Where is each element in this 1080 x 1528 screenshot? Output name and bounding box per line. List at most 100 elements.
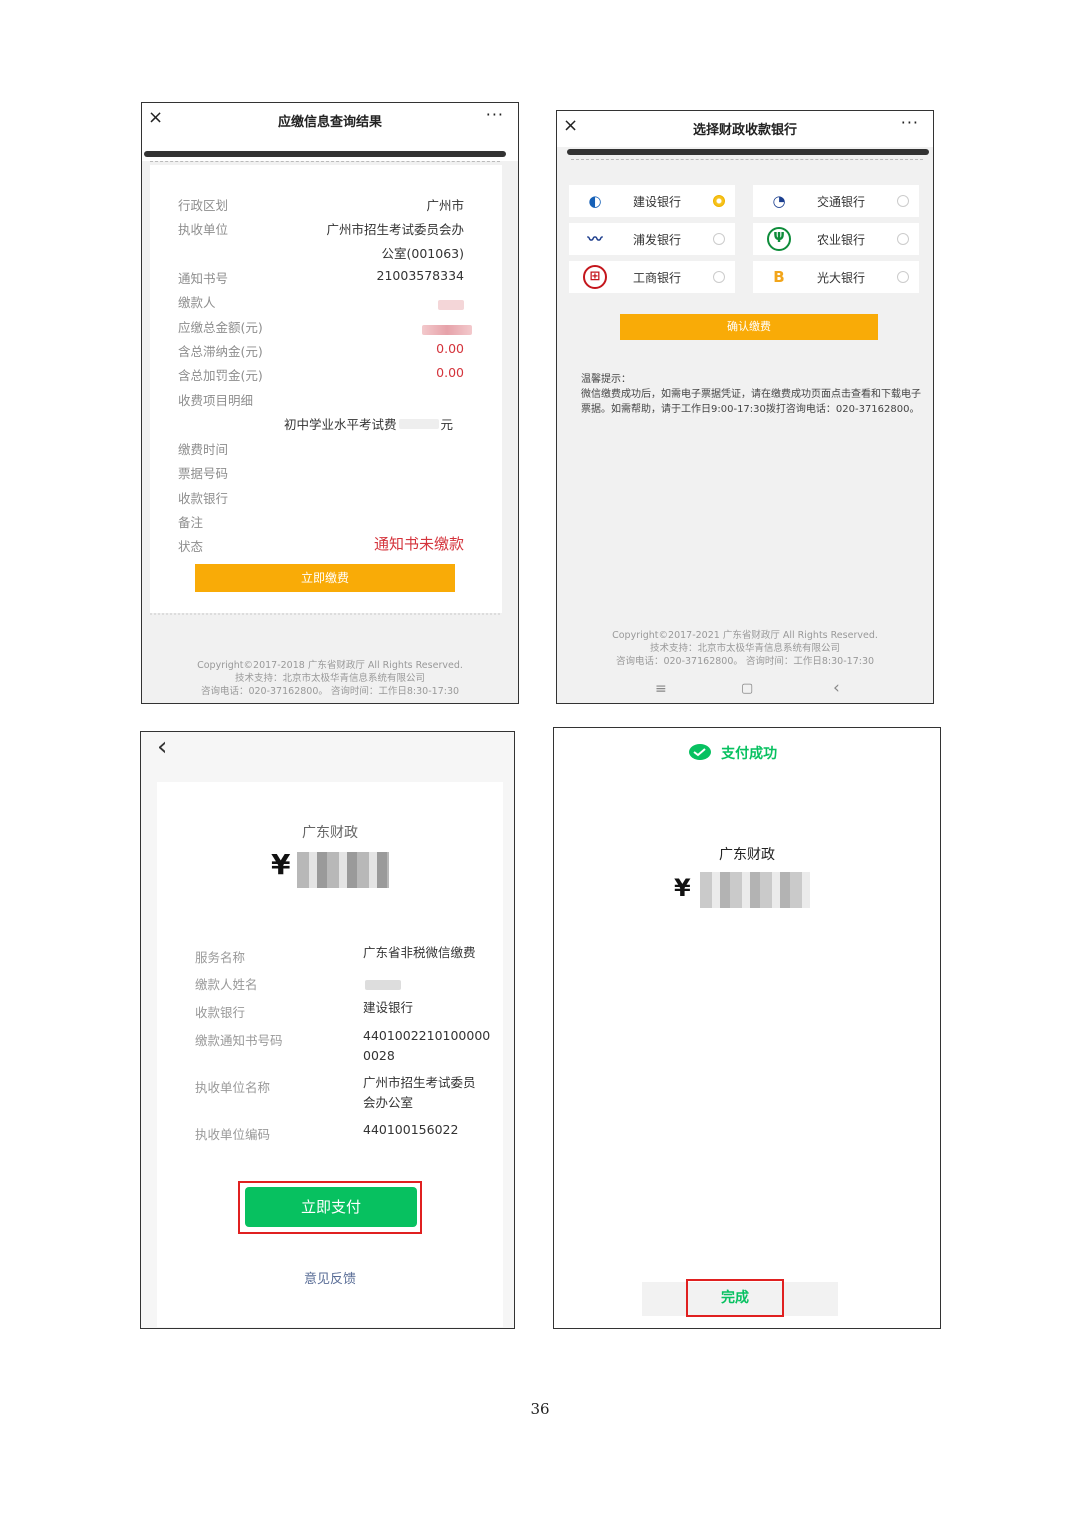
title-bar: × 选择财政收款银行 ···	[557, 111, 933, 147]
fee-unit: 元	[440, 417, 454, 432]
bank-option-abc[interactable]: Ψ 农业银行	[753, 223, 919, 255]
bank-select-screen: × 选择财政收款银行 ··· ◐ 建设银行 ◔ 交通银行 〰 浦发银行 Ψ 农业…	[556, 110, 934, 704]
bank-option-ccb[interactable]: ◐ 建设银行	[569, 185, 735, 217]
bank-name: 建设银行	[633, 195, 682, 209]
abc-logo-icon: Ψ	[767, 227, 791, 251]
row-label: 行政区划	[178, 198, 229, 213]
radio-icon[interactable]	[897, 271, 909, 283]
contact-text: 咨询电话：020-37162800。 咨询时间：工作日8:30-17:30	[615, 656, 875, 667]
bank-name: 农业银行	[817, 233, 866, 247]
row-label: 执收单位	[178, 222, 229, 237]
bank-name: 工商银行	[633, 271, 682, 285]
fee-item: 初中学业水平考试费 元	[284, 414, 453, 433]
row-label: 票据号码	[178, 466, 229, 481]
row-value: 广州市	[426, 198, 464, 213]
footer: Copyright©2017-2021 广东省财政厅 All Rights Re…	[557, 629, 933, 668]
row-value: 公室(001063)	[381, 246, 464, 261]
row-label: 收款银行	[178, 491, 229, 506]
row-label: 收费项目明细	[178, 393, 254, 408]
row-label: 服务名称	[195, 950, 246, 965]
currency-symbol: ¥	[271, 848, 291, 881]
back-icon[interactable]: ‹	[157, 732, 167, 762]
bank-name: 浦发银行	[633, 233, 682, 247]
copyright-text: Copyright©2017-2021 广东省财政厅 All Rights Re…	[612, 630, 878, 641]
bank-option-icbc[interactable]: ⊞ 工商银行	[569, 261, 735, 293]
pay-now-button[interactable]: 立即支付	[245, 1187, 417, 1227]
title-bar: × 应缴信息查询结果 ···	[142, 103, 518, 139]
row-value: 广东省非税微信缴费	[363, 945, 476, 960]
receipt-slot	[567, 149, 929, 155]
amount-blurred	[297, 852, 389, 888]
contact-text: 咨询电话：020-37162800。 咨询时间：工作日8:30-17:30	[200, 686, 460, 697]
notice-number: 21003578334	[376, 268, 464, 283]
payment-query-screen: × 应缴信息查询结果 ··· 行政区划 广州市 执收单位 广州市招生考试委员会办…	[141, 102, 519, 704]
amount-blurred	[422, 320, 472, 339]
penalty-value: 0.00	[436, 365, 464, 380]
bank-option-ceb[interactable]: B 光大银行	[753, 261, 919, 293]
bank-name: 光大银行	[817, 271, 866, 285]
more-icon[interactable]: ···	[486, 105, 504, 124]
row-label: 备注	[178, 515, 204, 530]
bank-name: 交通银行	[817, 195, 866, 209]
done-button[interactable]: 完成	[686, 1279, 784, 1317]
support-text: 技术支持：北京市太极华青信息系统有限公司	[234, 673, 425, 684]
receipt-slot	[144, 151, 506, 157]
row-label: 缴费时间	[178, 442, 229, 457]
status-badge: 通知书未缴款	[373, 535, 464, 553]
success-header: 支付成功	[688, 742, 777, 763]
row-label: 收款银行	[195, 1005, 246, 1020]
page-title: 应缴信息查询结果	[277, 115, 382, 130]
query-result-card: 行政区划 广州市 执收单位 广州市招生考试委员会办 公室(001063) 通知书…	[150, 165, 502, 613]
payer-blurred	[438, 295, 464, 314]
row-label: 含总滞纳金(元)	[178, 344, 263, 359]
confirm-payment-button[interactable]: 确认缴费	[620, 314, 878, 340]
radio-selected-icon[interactable]	[713, 195, 725, 207]
row-label: 状态	[178, 539, 204, 554]
more-icon[interactable]: ···	[901, 113, 919, 132]
radio-icon[interactable]	[713, 233, 725, 245]
row-value: 广州市招生考试委员会办公室	[363, 1075, 476, 1110]
row-value: 建设银行	[363, 1000, 414, 1015]
feedback-link[interactable]: 意见反馈	[157, 1268, 503, 1287]
home-icon[interactable]: ▢	[741, 681, 753, 696]
page-number: 36	[530, 1400, 550, 1418]
row-label: 执收单位名称	[195, 1080, 271, 1095]
currency-symbol: ¥	[674, 874, 691, 902]
row-label: 缴款通知书号码	[195, 1033, 283, 1048]
page-title: 选择财政收款银行	[692, 123, 797, 138]
support-text: 技术支持：北京市太极华青信息系统有限公司	[649, 643, 840, 654]
success-title: 支付成功	[721, 745, 778, 762]
footer: Copyright©2017-2018 广东省财政厅 All Rights Re…	[142, 659, 518, 698]
row-label: 通知书号	[178, 271, 229, 286]
radio-icon[interactable]	[897, 233, 909, 245]
row-value: 广州市招生考试委员会办	[326, 222, 464, 237]
radio-icon[interactable]	[897, 195, 909, 207]
copyright-text: Copyright©2017-2018 广东省财政厅 All Rights Re…	[197, 660, 463, 671]
merchant-name: 广东财政	[302, 825, 358, 841]
bank-option-bocom[interactable]: ◔ 交通银行	[753, 185, 919, 217]
payment-success-screen: 支付成功 广东财政 ¥ 完成	[553, 727, 941, 1329]
row-label: 执收单位编码	[195, 1127, 271, 1142]
tip-text: 微信缴费成功后，如需电子票据凭证，请在缴费成功页面点击查看和下载电子票据。如需帮…	[581, 389, 921, 415]
menu-icon[interactable]: ≡	[655, 681, 667, 697]
icbc-logo-icon: ⊞	[583, 265, 607, 289]
radio-icon[interactable]	[713, 271, 725, 283]
tip-title: 温馨提示：	[581, 374, 631, 385]
spdb-logo-icon: 〰	[587, 230, 603, 248]
fee-item-name: 初中学业水平考试费	[284, 417, 397, 432]
bank-option-spdb[interactable]: 〰 浦发银行	[569, 223, 735, 255]
row-label: 含总加罚金(元)	[178, 368, 263, 383]
row-label: 缴款人姓名	[195, 977, 258, 992]
row-value: 440100156022	[363, 1122, 459, 1137]
back-icon[interactable]: ‹	[833, 678, 840, 698]
amount-blurred	[700, 872, 810, 908]
ccb-logo-icon: ◐	[588, 192, 602, 210]
payer-name-blurred	[365, 975, 401, 994]
bocom-logo-icon: ◔	[772, 192, 786, 210]
wechat-pay-icon	[689, 743, 711, 760]
row-label: 缴款人	[178, 295, 216, 310]
ceb-logo-icon: B	[773, 268, 785, 286]
wechat-payment-screen: ‹ 广东财政 ¥ 服务名称 广东省非税微信缴费 缴款人姓名 收款银行 建设银行 …	[140, 731, 515, 1329]
row-value: 4401002210100000 0028	[363, 1028, 491, 1063]
pay-now-button[interactable]: 立即缴费	[195, 564, 455, 592]
